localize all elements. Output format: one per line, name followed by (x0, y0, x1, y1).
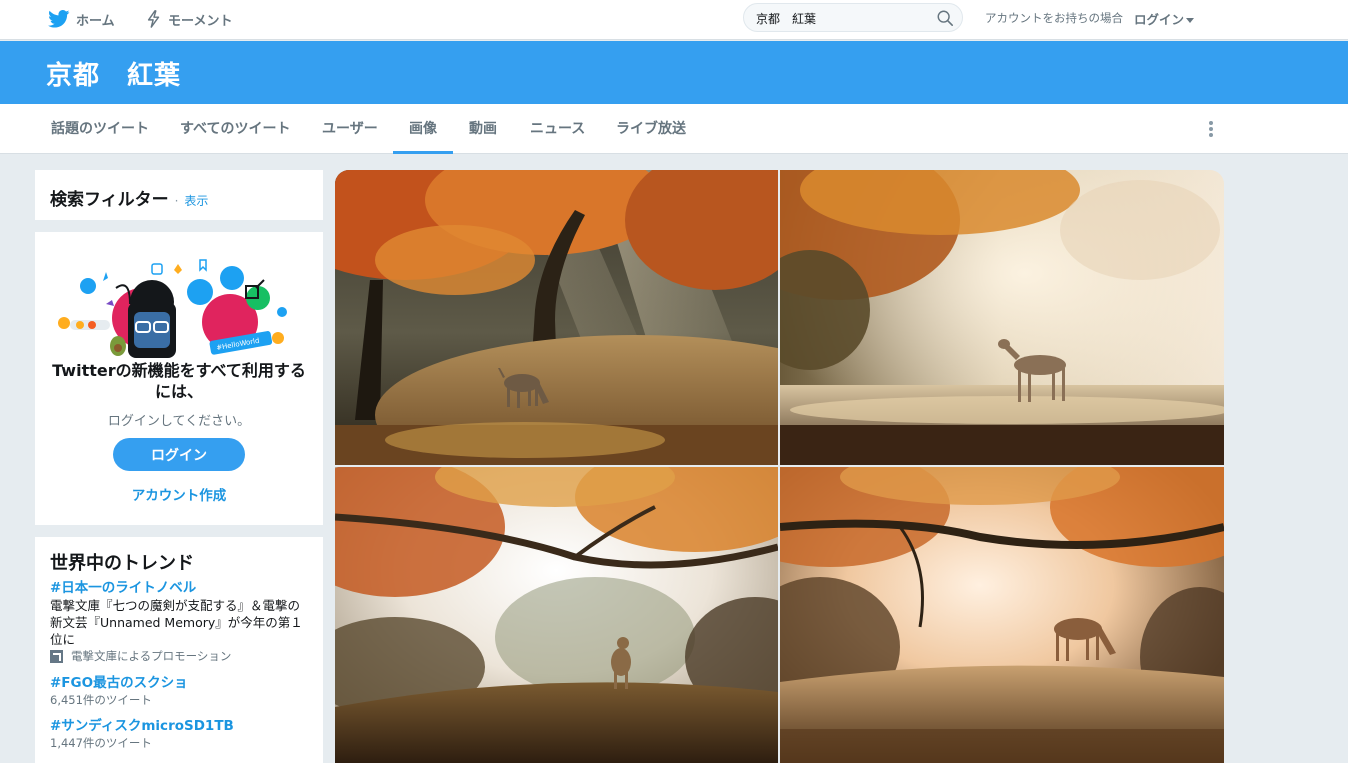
more-vertical-icon[interactable] (1202, 119, 1220, 139)
caret-down-icon (1186, 18, 1195, 23)
search-input[interactable] (756, 9, 926, 27)
nav-home[interactable]: ホーム (48, 0, 115, 38)
tab-live[interactable]: ライブ放送 (616, 104, 686, 154)
nav-home-label: ホーム (76, 13, 115, 29)
active-tab-indicator (393, 151, 453, 154)
search-icon[interactable] (936, 9, 954, 27)
twitter-bird-icon (48, 10, 70, 28)
trend-item[interactable]: #サンディスクmicroSD1TB 1,447件のツイート (50, 717, 312, 751)
top-navigation: ホーム モーメント アカウントをお持ちの場合 ログイン (0, 0, 1348, 40)
search-filter-label: 検索フィルター (50, 190, 169, 210)
tab-news[interactable]: ニュース (530, 104, 585, 154)
trend-promoted-by: 電撃文庫によるプロモーション (71, 649, 232, 663)
trend-tag[interactable]: #サンディスクmicroSD1TB (50, 717, 312, 735)
photo-image (780, 170, 1224, 465)
promo-heading: Twitterの新機能をすべて利用するには、 (52, 361, 306, 401)
separator-dot: · (174, 194, 179, 208)
search-box (743, 3, 963, 32)
photo-deer-standing-under-maple[interactable] (335, 467, 778, 763)
search-tabs: 話題のツイート すべてのツイート ユーザー 画像 動画 ニュース ライブ放送 (0, 104, 1348, 154)
lightning-icon (147, 10, 160, 28)
trends-title: 世界中のトレンド (50, 553, 194, 574)
search-filter-card: 検索フィルター · 表示 (35, 170, 323, 220)
tab-all-tweets[interactable]: すべてのツイート (180, 104, 290, 154)
login-dropdown[interactable]: ログイン (1134, 9, 1195, 28)
image-grid (335, 170, 1224, 763)
trend-tweet-count: 1,447件のツイート (50, 736, 152, 750)
nav-moments[interactable]: モーメント (146, 0, 232, 38)
photo-image (335, 467, 778, 763)
search-header: 京都 紅葉 (0, 41, 1348, 104)
photo-deer-grazing-autumn-forest[interactable] (335, 170, 778, 465)
photo-deer-walking-misty-sunlight[interactable] (780, 170, 1224, 465)
trend-item[interactable]: #FGO最古のスクショ 6,451件のツイート (50, 674, 312, 708)
search-filter-show-link[interactable]: 表示 (184, 194, 208, 208)
promo-illustration: #HelloWorld (58, 259, 287, 358)
trend-item[interactable]: #日本一のライトノベル 電撃文庫『七つの魔剣が支配する』＆電撃の新文芸『Unna… (50, 579, 312, 664)
login-button[interactable]: ログイン (113, 438, 245, 471)
login-promo-card: #HelloWorld Twitterの新機能をすべて利用するには、 ログインし… (35, 232, 323, 525)
nav-moments-label: モーメント (168, 13, 233, 29)
photo-image (335, 170, 778, 465)
trend-tag[interactable]: #日本一のライトノベル (50, 579, 312, 597)
page-title: 京都 紅葉 (46, 61, 182, 91)
search-filter-title: 検索フィルター · 表示 (50, 185, 208, 210)
promo-subtext: ログインしてください。 (107, 414, 251, 429)
login-dropdown-label: ログイン (1134, 12, 1185, 27)
photo-deer-grazing-golden-light[interactable] (780, 467, 1224, 763)
tab-users[interactable]: ユーザー (322, 104, 378, 154)
trend-tweet-count: 6,451件のツイート (50, 693, 152, 707)
signup-link[interactable]: アカウント作成 (35, 484, 323, 504)
tab-videos[interactable]: 動画 (469, 104, 497, 154)
promoted-arrow-icon (50, 649, 63, 663)
trend-description: 電撃文庫『七つの魔剣が支配する』＆電撃の新文芸『Unnamed Memory』が… (50, 598, 303, 647)
tab-top-tweets[interactable]: 話題のツイート (51, 104, 149, 154)
trends-card: 世界中のトレンド #日本一のライトノベル 電撃文庫『七つの魔剣が支配する』＆電撃… (35, 537, 323, 763)
photo-image (780, 467, 1224, 763)
trend-tag[interactable]: #FGO最古のスクショ (50, 674, 312, 692)
tab-images[interactable]: 画像 (409, 104, 437, 154)
account-prompt: アカウントをお持ちの場合 (985, 11, 1123, 25)
trend-meta: 電撃文庫によるプロモーション (50, 648, 312, 664)
